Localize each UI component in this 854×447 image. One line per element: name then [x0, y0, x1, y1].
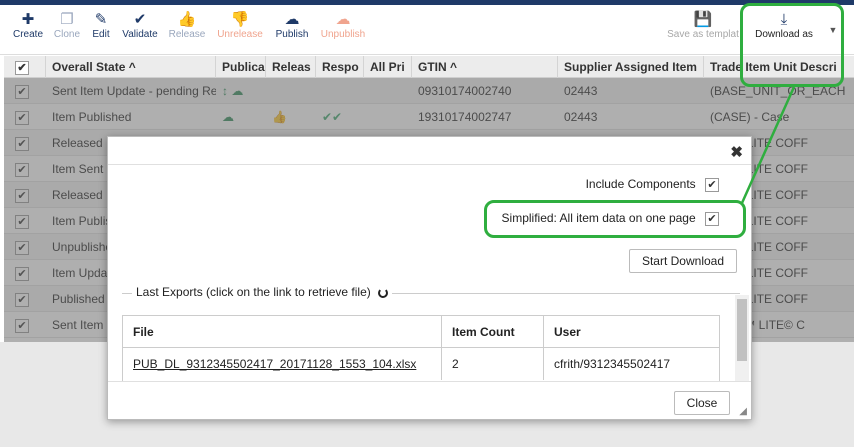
- connector-line: [740, 86, 796, 204]
- annotation-connector: [740, 86, 796, 204]
